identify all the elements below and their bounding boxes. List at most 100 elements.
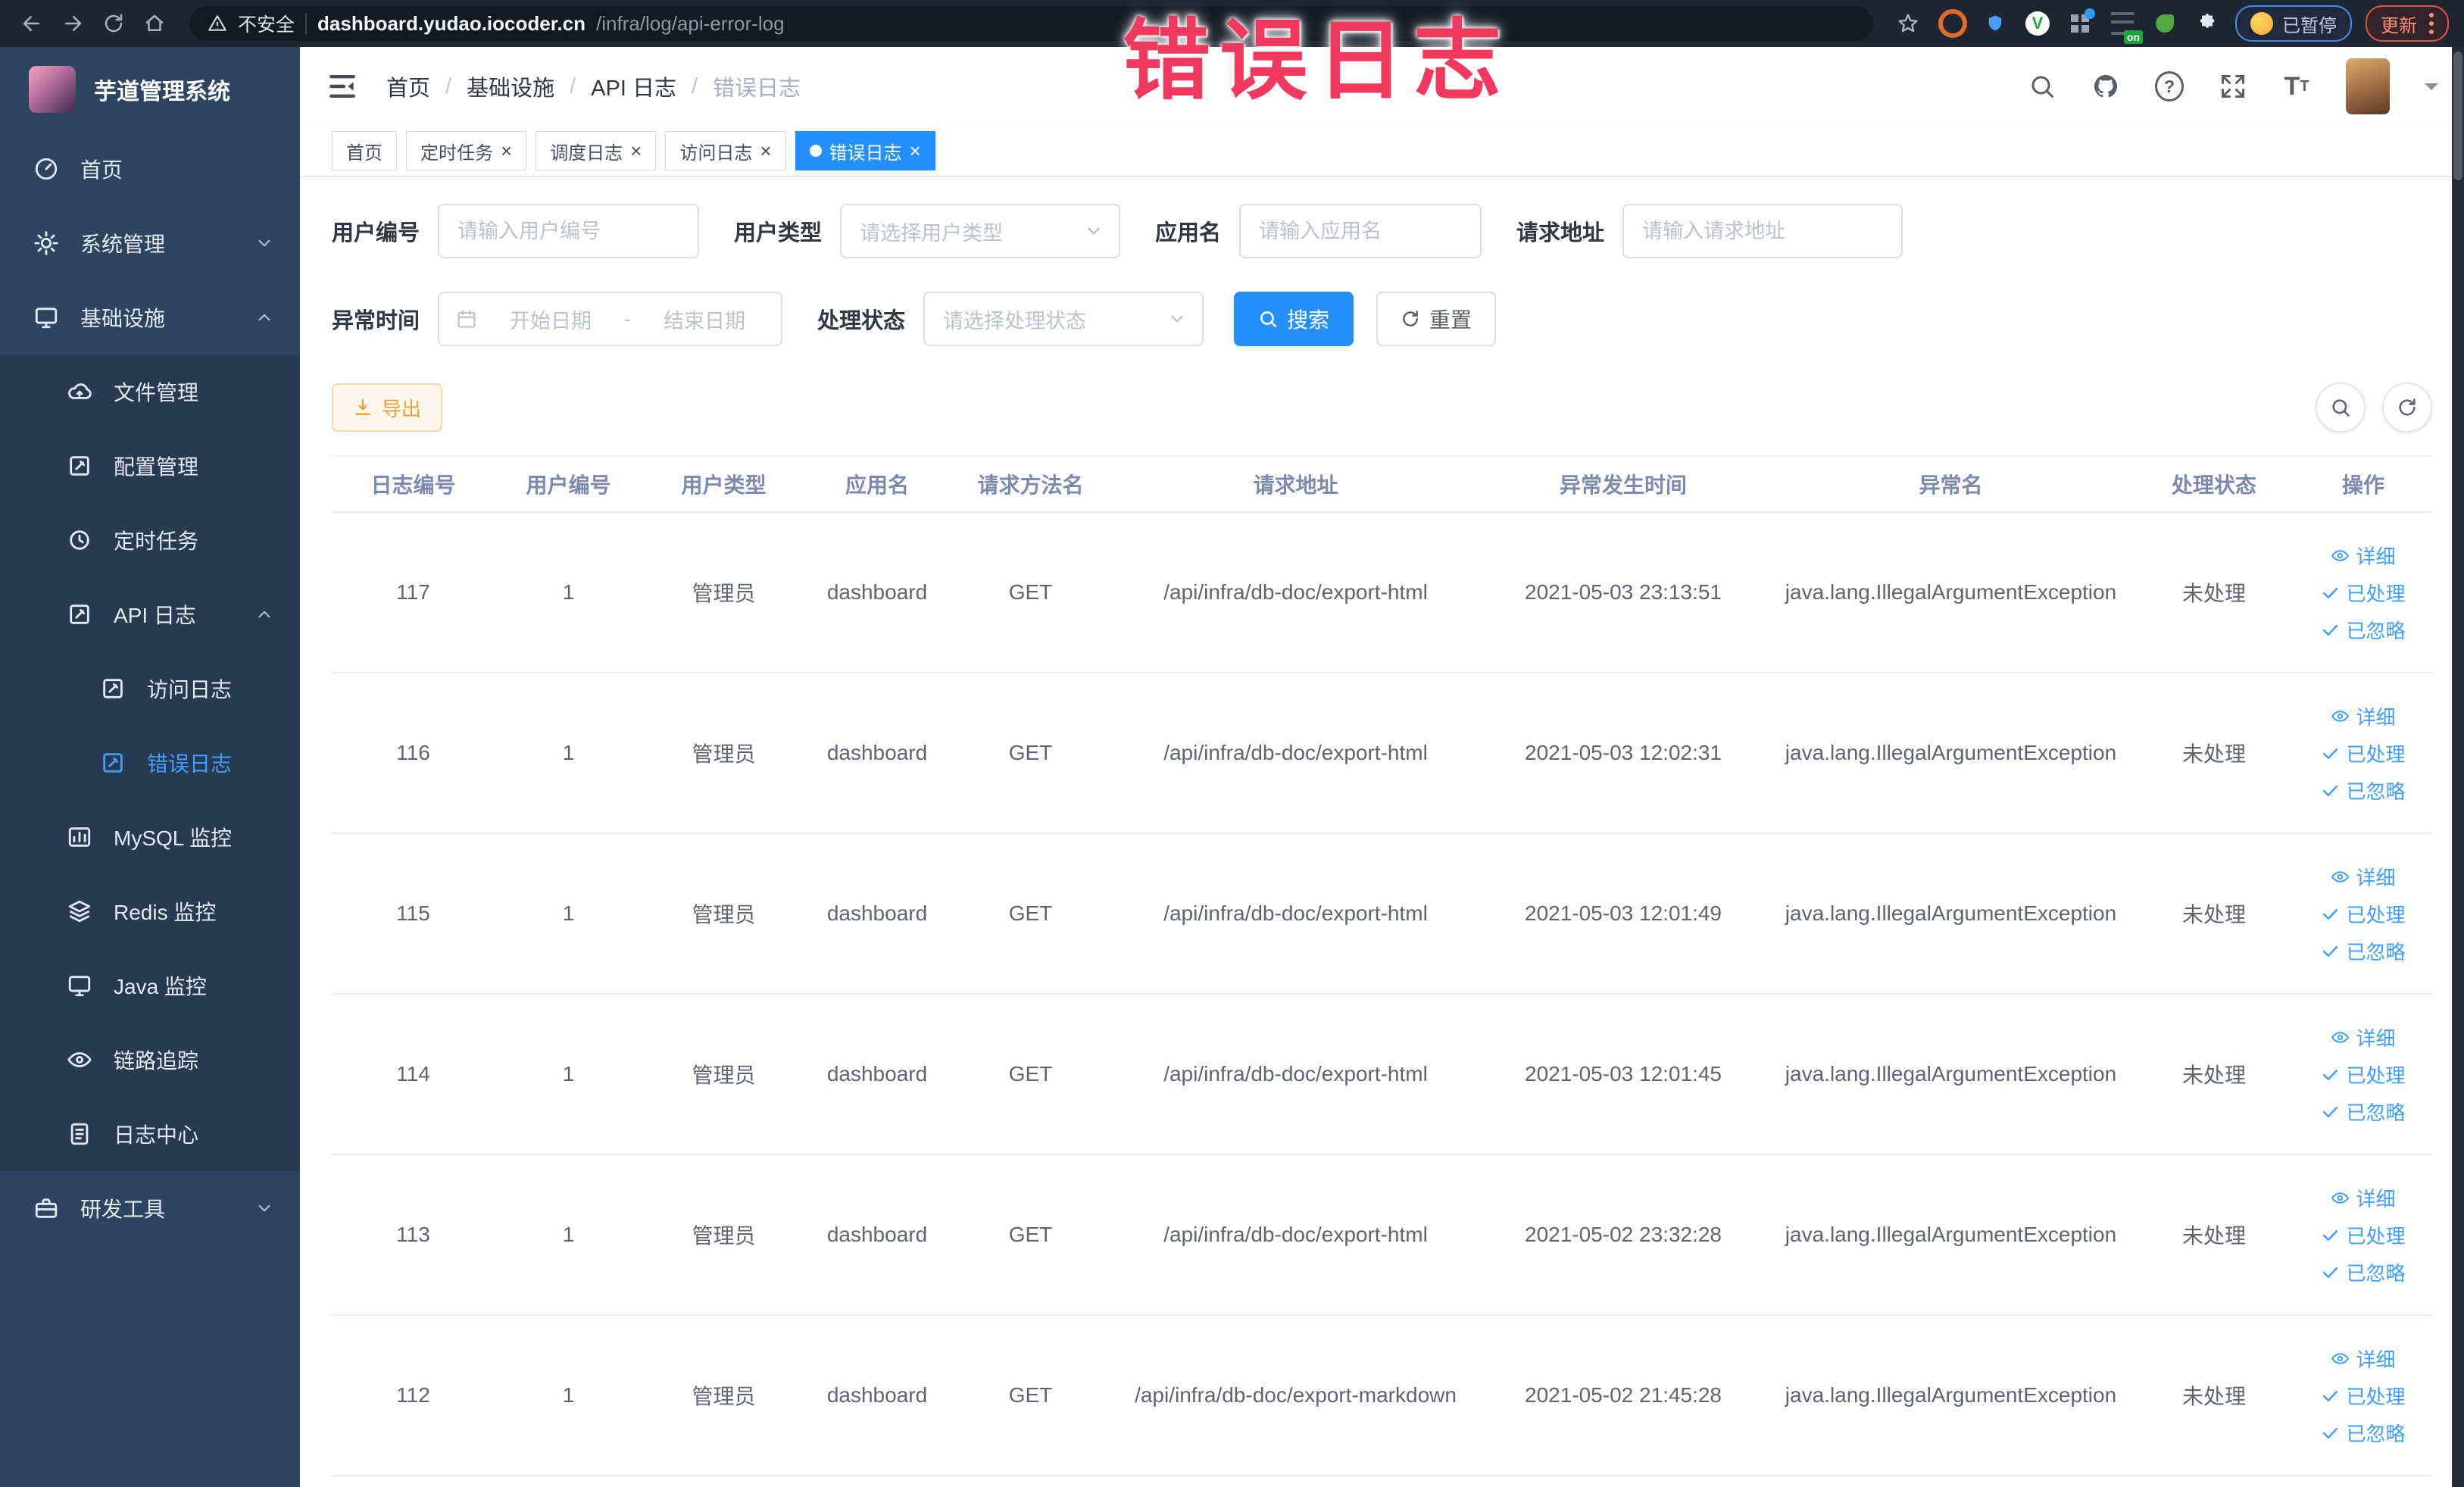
sidebar-item-log-center[interactable]: 日志中心	[0, 1097, 300, 1171]
browser-back-button[interactable]	[15, 7, 48, 40]
action-processed[interactable]: 已处理	[2321, 1221, 2406, 1249]
url-path: /infra/log/api-error-log	[595, 11, 785, 35]
tab-scheduled-tasks[interactable]: 定时任务 ×	[406, 131, 527, 170]
action-ignored[interactable]: 已忽略	[2321, 937, 2406, 965]
action-processed[interactable]: 已处理	[2321, 1061, 2406, 1089]
sidebar-item-file-management[interactable]: 文件管理	[0, 355, 300, 429]
sidebar-item-config-management[interactable]: 配置管理	[0, 429, 300, 503]
extension-icon-grid[interactable]	[2066, 8, 2095, 38]
browser-update-button[interactable]: 更新	[2366, 5, 2449, 42]
github-icon[interactable]	[2091, 72, 2120, 101]
eye-icon	[2331, 1192, 2350, 1204]
tab-schedule-log[interactable]: 调度日志 ×	[536, 131, 657, 170]
chevron-down-icon	[1088, 227, 1100, 235]
refresh-button[interactable]	[2382, 383, 2432, 433]
sidebar-item-dev-tools[interactable]: 研发工具	[0, 1171, 300, 1245]
scrollbar-thumb[interactable]	[2453, 52, 2462, 180]
hamburger-icon[interactable]	[326, 70, 359, 103]
download-icon	[355, 399, 370, 415]
action-detail[interactable]: 详细	[2331, 863, 2396, 891]
bookmark-star-icon[interactable]	[1891, 7, 1925, 40]
sidebar-item-infrastructure[interactable]: 基础设施	[0, 280, 300, 355]
avatar[interactable]	[2346, 58, 2390, 114]
sidebar-logo[interactable]: 芋道管理系统	[0, 47, 300, 132]
reset-button[interactable]: 重置	[1376, 292, 1497, 346]
close-icon[interactable]: ×	[501, 141, 512, 161]
check-icon	[2323, 587, 2338, 598]
tab-error-log[interactable]: 错误日志 ×	[795, 131, 935, 170]
sidebar-item-access-log[interactable]: 访问日志	[0, 651, 300, 726]
action-detail[interactable]: 详细	[2331, 702, 2396, 730]
sidebar-item-system-management[interactable]: 系统管理	[0, 206, 300, 280]
extension-icon-green-leaf[interactable]	[2150, 9, 2179, 38]
export-button[interactable]: 导出	[332, 383, 443, 432]
search-icon[interactable]	[2028, 72, 2056, 101]
breadcrumb-home[interactable]: 首页	[386, 70, 430, 102]
extension-icon-on-badge[interactable]: on	[2108, 9, 2143, 44]
address-bar[interactable]: 不安全 dashboard.yudao.iocoder.cn/infra/log…	[189, 6, 1873, 41]
browser-home-button[interactable]	[138, 7, 171, 40]
extension-icon-puzzle[interactable]	[2193, 9, 2222, 38]
search-toggle-button[interactable]	[2316, 383, 2366, 433]
layers-icon	[68, 900, 91, 923]
action-detail[interactable]: 详细	[2331, 1345, 2396, 1373]
tab-access-log[interactable]: 访问日志 ×	[665, 131, 786, 170]
action-processed[interactable]: 已处理	[2321, 900, 2406, 928]
filter-app-name: 应用名	[1155, 204, 1482, 258]
action-ignored[interactable]: 已忽略	[2321, 1419, 2406, 1447]
sidebar-item-redis-monitor[interactable]: Redis 监控	[0, 874, 300, 948]
check-icon	[2323, 624, 2338, 636]
user-type-select[interactable]: 请选择用户类型	[840, 204, 1121, 258]
date-range-picker[interactable]: 开始日期 - 结束日期	[438, 292, 783, 346]
action-processed[interactable]: 已处理	[2321, 1382, 2406, 1410]
sync-paused-label: 已暂停	[2282, 15, 2337, 36]
breadcrumb-api-log[interactable]: API 日志	[591, 70, 676, 102]
filter-process-status: 处理状态 请选择处理状态	[817, 292, 1204, 346]
sidebar-item-error-log[interactable]: 错误日志	[0, 726, 300, 800]
fullscreen-icon[interactable]	[2219, 72, 2247, 101]
table-header: 日志编号 用户编号 用户类型 应用名 请求方法名 请求地址 异常发生时间 异常名…	[332, 455, 2433, 513]
font-size-icon[interactable]: TT	[2282, 72, 2311, 101]
check-icon	[2323, 1069, 2338, 1080]
action-ignored[interactable]: 已忽略	[2321, 1258, 2406, 1286]
extension-icon-orange-ring[interactable]	[1938, 9, 1967, 38]
action-processed[interactable]: 已处理	[2321, 579, 2406, 607]
eye-icon	[2331, 870, 2350, 883]
table-row: 115 1 管理员 dashboard GET /api/infra/db-do…	[332, 833, 2433, 995]
caret-down-icon[interactable]	[2425, 83, 2438, 97]
request-url-input[interactable]	[1622, 204, 1903, 258]
sidebar-item-trace[interactable]: 链路追踪	[0, 1023, 300, 1097]
sidebar-item-scheduled-tasks[interactable]: 定时任务	[0, 503, 300, 577]
sidebar-item-java-monitor[interactable]: Java 监控	[0, 948, 300, 1023]
action-detail[interactable]: 详细	[2331, 542, 2396, 570]
action-detail[interactable]: 详细	[2331, 1184, 2396, 1212]
page-content: 用户编号 用户类型 请选择用户类型 应用名	[300, 177, 2464, 1487]
process-status-select[interactable]: 请选择处理状态	[923, 292, 1204, 346]
close-icon[interactable]: ×	[910, 141, 921, 161]
close-icon[interactable]: ×	[630, 141, 642, 161]
extension-icon-green-circle[interactable]: V	[2023, 9, 2052, 38]
browser-reload-button[interactable]	[97, 7, 130, 40]
action-detail[interactable]: 详细	[2331, 1023, 2396, 1051]
help-icon[interactable]: ?	[2155, 71, 2184, 102]
app-name-input[interactable]	[1239, 204, 1482, 258]
close-icon[interactable]: ×	[760, 141, 771, 161]
extension-icon-blue-shield[interactable]	[1981, 9, 2010, 38]
sidebar-item-api-log[interactable]: API 日志	[0, 577, 300, 651]
user-id-input[interactable]	[438, 204, 700, 258]
profile-sync-paused-button[interactable]: 已暂停	[2235, 5, 2352, 42]
action-ignored[interactable]: 已忽略	[2321, 776, 2406, 804]
search-button[interactable]: 搜索	[1234, 292, 1354, 346]
action-processed[interactable]: 已处理	[2321, 739, 2406, 767]
refresh-icon	[1403, 311, 1418, 326]
action-ignored[interactable]: 已忽略	[2321, 1098, 2406, 1126]
scrollbar[interactable]	[2452, 47, 2464, 1487]
browser-forward-button[interactable]	[56, 7, 89, 40]
breadcrumb-infrastructure[interactable]: 基础设施	[467, 70, 554, 102]
tab-home[interactable]: 首页	[332, 131, 397, 170]
sidebar-item-mysql-monitor[interactable]: MySQL 监控	[0, 800, 300, 874]
col-actions: 操作	[2294, 455, 2433, 513]
sidebar-menu: 首页 系统管理 基础设施 文件管理 配置管理 定时任务 API 日志 访问日志 …	[0, 132, 300, 1487]
sidebar-item-home[interactable]: 首页	[0, 132, 300, 206]
action-ignored[interactable]: 已忽略	[2321, 616, 2406, 644]
